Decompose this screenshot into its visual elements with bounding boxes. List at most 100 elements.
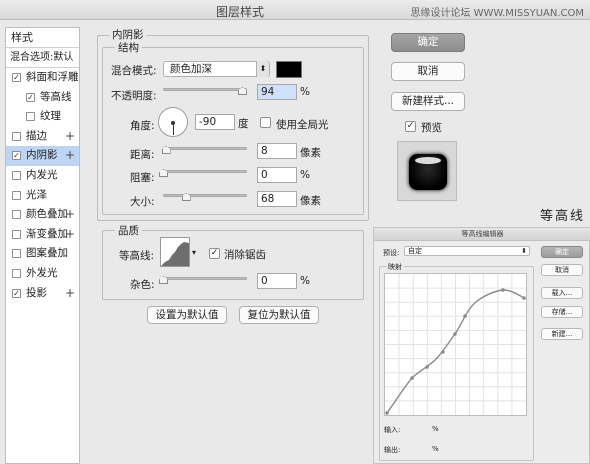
- contour-curve-graph[interactable]: [384, 273, 527, 416]
- add-style-plus-icon[interactable]: +: [65, 205, 75, 225]
- style-item-label: 外发光: [26, 266, 58, 279]
- contour-load-button[interactable]: 载入...: [541, 287, 583, 299]
- style-item-label: 渐变叠加: [26, 227, 68, 240]
- distance-unit: 像素: [300, 147, 321, 159]
- style-item-checkbox[interactable]: [12, 229, 21, 239]
- size-slider-track[interactable]: [163, 194, 247, 197]
- global-light-label: 使用全局光: [276, 119, 329, 131]
- angle-dial[interactable]: [158, 107, 188, 137]
- style-item-checkbox[interactable]: [12, 249, 21, 259]
- angle-center-dot: [171, 121, 175, 125]
- blend-mode-value: 颜色加深: [170, 63, 212, 75]
- style-item[interactable]: 描边 +: [6, 127, 79, 147]
- reset-default-button[interactable]: 复位为默认值: [239, 306, 319, 324]
- styles-list: 样式 混合选项:默认 ✓ 斜面和浮雕 ✓ 等高线 纹理 描边 + ✓ 内阴影 + 内发光 光泽 颜色叠加…: [5, 27, 80, 464]
- style-item-checkbox[interactable]: [12, 131, 21, 141]
- preview-checkbox[interactable]: ✓: [405, 121, 416, 132]
- angle-label: 角度:: [130, 120, 155, 132]
- style-item[interactable]: 内发光: [6, 166, 79, 186]
- style-item-checkbox[interactable]: ✓: [12, 73, 21, 82]
- size-label: 大小:: [130, 196, 155, 208]
- input-unit: %: [432, 425, 439, 433]
- style-item-label: 斜面和浮雕: [26, 71, 79, 83]
- style-item-checkbox[interactable]: ✓: [12, 151, 21, 161]
- chevron-down-icon: ⬍: [521, 247, 527, 255]
- style-item[interactable]: ✓ 斜面和浮雕: [6, 68, 79, 88]
- style-item-checkbox[interactable]: ✓: [26, 92, 35, 102]
- style-item[interactable]: 纹理: [6, 107, 79, 127]
- contour-editor-title: 等高线编辑器: [374, 228, 590, 241]
- cancel-button[interactable]: 取消: [391, 62, 465, 81]
- style-item[interactable]: 图案叠加: [6, 244, 79, 264]
- choke-unit: %: [300, 169, 310, 181]
- opacity-unit: %: [300, 86, 310, 98]
- contour-new-button[interactable]: 新建...: [541, 328, 583, 340]
- style-item[interactable]: ✓ 等高线: [6, 88, 79, 108]
- contour-label: 等高线:: [119, 250, 155, 262]
- contour-save-button[interactable]: 存储...: [541, 306, 583, 318]
- angle-input[interactable]: -90: [195, 114, 235, 130]
- style-item[interactable]: 颜色叠加 +: [6, 205, 79, 225]
- style-item-checkbox[interactable]: [12, 190, 21, 200]
- anti-alias-checkbox[interactable]: ✓: [209, 248, 220, 259]
- choke-label: 阻塞:: [130, 172, 155, 184]
- style-item[interactable]: ✓ 投影 +: [6, 284, 79, 304]
- style-item-label: 光泽: [26, 188, 47, 201]
- style-item-label: 等高线: [40, 90, 72, 103]
- noise-slider-track[interactable]: [163, 277, 247, 280]
- mapping-label: 映射: [386, 262, 404, 272]
- preset-label: 预设:: [383, 249, 400, 257]
- style-item-checkbox[interactable]: [12, 210, 21, 220]
- set-default-button[interactable]: 设置为默认值: [147, 306, 227, 324]
- inner-shadow-panel: 内阴影 结构 混合模式: 颜色加深 ⬍ 不透明度: 94 % 角度: -90 度…: [97, 27, 375, 327]
- style-item-label: 图案叠加: [26, 247, 68, 260]
- shadow-color-swatch[interactable]: [276, 61, 302, 78]
- style-item-checkbox[interactable]: ✓: [12, 288, 21, 298]
- chevron-updown-icon: ⬍: [256, 61, 269, 77]
- size-unit: 像素: [300, 195, 321, 207]
- contour-cancel-button[interactable]: 取消: [541, 264, 583, 276]
- noise-input[interactable]: 0: [257, 273, 297, 289]
- style-item[interactable]: 渐变叠加 +: [6, 225, 79, 245]
- size-input[interactable]: 68: [257, 191, 297, 207]
- opacity-slider-track[interactable]: [163, 88, 247, 91]
- preset-value: 自定: [408, 247, 422, 255]
- add-style-plus-icon[interactable]: +: [65, 284, 75, 304]
- style-item-checkbox[interactable]: [26, 112, 35, 122]
- add-style-plus-icon[interactable]: +: [65, 127, 75, 147]
- output-unit: %: [432, 445, 439, 453]
- add-style-plus-icon[interactable]: +: [65, 146, 75, 166]
- contour-curve-svg: [385, 274, 526, 415]
- style-item-checkbox[interactable]: [12, 268, 21, 278]
- choke-slider-track[interactable]: [163, 170, 247, 173]
- add-style-plus-icon[interactable]: +: [65, 225, 75, 245]
- styles-header[interactable]: 样式: [6, 28, 79, 48]
- new-style-button[interactable]: 新建样式...: [391, 92, 465, 111]
- global-light-checkbox[interactable]: [260, 117, 271, 128]
- distance-input[interactable]: 8: [257, 143, 297, 159]
- contour-ok-button[interactable]: 确定: [541, 246, 583, 258]
- output-label: 输出:: [384, 446, 401, 454]
- style-item[interactable]: 外发光: [6, 264, 79, 284]
- style-item[interactable]: ✓ 内阴影 +: [6, 146, 79, 166]
- blend-options-item[interactable]: 混合选项:默认: [6, 48, 79, 68]
- distance-slider-track[interactable]: [163, 147, 247, 150]
- style-item-label: 颜色叠加: [26, 208, 68, 221]
- contour-editor-dialog: 等高线编辑器 预设: 自定 ⬍ 映射 输入: % 输出: % 确定 取消 载入.…: [373, 227, 590, 464]
- opacity-input[interactable]: 94: [257, 84, 297, 100]
- style-item[interactable]: 光泽: [6, 186, 79, 206]
- choke-input[interactable]: 0: [257, 167, 297, 183]
- blend-mode-label: 混合模式:: [111, 65, 157, 77]
- opacity-label: 不透明度:: [111, 90, 157, 102]
- contour-heading: 等高线: [540, 209, 586, 224]
- angle-unit: 度: [238, 118, 249, 130]
- title-bar: 图层样式 思缘设计论坛 WWW.MISSYUAN.COM: [0, 0, 590, 20]
- ok-button[interactable]: 确定: [391, 33, 465, 52]
- style-item-checkbox[interactable]: [12, 170, 21, 180]
- contour-thumbnail[interactable]: [160, 237, 190, 267]
- blend-mode-select[interactable]: 颜色加深 ⬍: [163, 61, 270, 77]
- input-label: 输入:: [384, 426, 401, 434]
- style-item-label: 描边: [26, 129, 47, 142]
- contour-dropdown-icon[interactable]: ▾: [192, 248, 196, 257]
- preset-select[interactable]: 自定 ⬍: [404, 246, 530, 256]
